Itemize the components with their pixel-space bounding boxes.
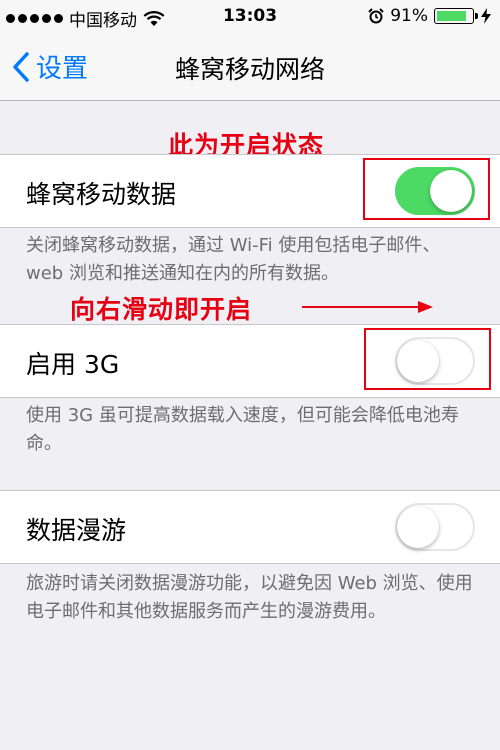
battery-level-fill bbox=[437, 11, 467, 21]
data-roaming-footnote: 旅游时请关闭数据漫游功能，以避免因 Web 浏览、使用电子邮件和其他数据服务而产… bbox=[26, 573, 473, 622]
status-right: 91% bbox=[368, 6, 492, 26]
alarm-clock-icon bbox=[368, 8, 384, 24]
navigation-bar: 设置 蜂窝移动网络 bbox=[0, 34, 500, 101]
page-title: 蜂窝移动网络 bbox=[174, 55, 325, 84]
status-bar: 中国移动 13:03 91% bbox=[0, 0, 500, 34]
cellular-data-label: 蜂窝移动数据 bbox=[26, 180, 177, 209]
annotation-highlight-box-off bbox=[364, 328, 491, 390]
battery-icon bbox=[434, 8, 478, 24]
data-roaming-label: 数据漫游 bbox=[26, 516, 127, 545]
enable-3g-label: 启用 3G bbox=[26, 350, 120, 379]
cellular-data-footnote: 关闭蜂窝移动数据，通过 Wi-Fi 使用包括电子邮件、web 浏览和推送通知在内… bbox=[26, 235, 441, 284]
arrow-right-icon bbox=[302, 301, 433, 313]
enable-3g-footnote: 使用 3G 虽可提高数据载入速度，但可能会降低电池寿命。 bbox=[26, 405, 459, 454]
annotation-swipe-right: 向右滑动即开启 bbox=[70, 295, 253, 324]
data-roaming-row: 数据漫游 bbox=[0, 491, 500, 565]
data-roaming-group: 数据漫游 bbox=[0, 490, 500, 564]
toggle-knob bbox=[397, 506, 439, 548]
annotation-highlight-box-on bbox=[363, 158, 490, 220]
data-roaming-toggle[interactable] bbox=[395, 503, 475, 551]
battery-percent: 91% bbox=[390, 6, 428, 26]
charging-bolt-icon bbox=[481, 8, 491, 24]
